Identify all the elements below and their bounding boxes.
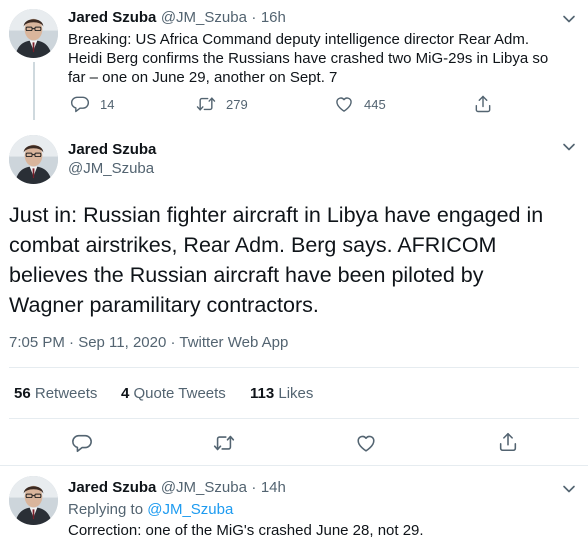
avatar[interactable] — [9, 135, 58, 184]
tweet-text-line: Just in: Russian fighter aircraft in Lib… — [9, 203, 544, 227]
separator-dot: · — [251, 479, 257, 496]
likes-label: Likes — [278, 385, 314, 402]
separator-dot: · — [251, 9, 257, 26]
quote-tweets-label: Quote Tweets — [133, 385, 226, 402]
retweet-count: 279 — [226, 96, 248, 112]
divider — [9, 418, 579, 419]
tweet-time[interactable]: 16h — [261, 9, 286, 26]
author-name[interactable]: Jared Szuba — [68, 9, 156, 26]
share-button[interactable] — [497, 431, 519, 453]
quote-tweets-count: 4 — [121, 385, 130, 402]
tweet-text: Breaking: US Africa Command deputy intel… — [68, 30, 578, 87]
tweet-header: Jared Szuba @JM_Szuba · 14h — [68, 479, 286, 497]
reply-count: 14 — [100, 96, 115, 112]
author-handle[interactable]: @JM_Szuba — [161, 9, 247, 26]
reply-icon — [70, 94, 90, 114]
share-icon — [473, 94, 493, 114]
tweet-text-line: believes the Russian aircraft have been … — [9, 263, 484, 287]
retweets-stat[interactable]: 56 Retweets — [14, 385, 97, 402]
quote-tweets-stat[interactable]: 4 Quote Tweets — [121, 385, 226, 402]
like-button[interactable]: 445 — [334, 94, 386, 114]
author-name[interactable]: Jared Szuba — [68, 141, 156, 158]
avatar[interactable] — [9, 476, 58, 525]
tweet-text-line: combat airstrikes, Rear Adm. Berg says. … — [9, 233, 497, 257]
retweets-count: 56 — [14, 385, 31, 402]
reply-icon — [71, 432, 93, 454]
main-tweet: Jared Szuba @JM_Szuba Just in: Russian f… — [0, 128, 588, 464]
share-button[interactable] — [473, 94, 493, 114]
reply-button[interactable] — [71, 432, 93, 454]
retweets-label: Retweets — [34, 385, 98, 402]
likes-stat[interactable]: 113 Likes — [250, 385, 313, 402]
divider — [9, 367, 579, 368]
author-handle[interactable]: @JM_Szuba — [161, 479, 247, 496]
tweet-timestamp[interactable]: 7:05 PM · Sep 11, 2020 · Twitter Web App — [9, 334, 288, 351]
likes-count: 113 — [250, 385, 275, 402]
chevron-down-icon[interactable] — [562, 140, 576, 154]
heart-icon — [334, 94, 354, 114]
parent-tweet[interactable]: Jared Szuba @JM_Szuba · 16h Breaking: US… — [0, 0, 588, 128]
retweet-icon — [213, 432, 235, 454]
tweet-text-line: far – one on June 29, another on Sept. 7 — [68, 69, 338, 86]
retweet-icon — [196, 94, 216, 114]
tweet-text: Just in: Russian fighter aircraft in Lib… — [9, 200, 581, 320]
like-count: 445 — [364, 96, 386, 112]
tweet-time[interactable]: 14h — [261, 479, 286, 496]
tweet-text-line: Breaking: US Africa Command deputy intel… — [68, 31, 530, 48]
author-handle[interactable]: @JM_Szuba — [68, 160, 156, 177]
tweet-text-line: Wagner paramilitary contractors. — [9, 293, 319, 317]
replying-to-label: Replying to — [68, 501, 144, 518]
chevron-down-icon[interactable] — [562, 482, 576, 496]
chevron-down-icon[interactable] — [562, 12, 576, 26]
replying-to-handle-link[interactable]: @JM_Szuba — [147, 501, 233, 518]
author-block: Jared Szuba @JM_Szuba — [68, 141, 156, 177]
reply-button[interactable]: 14 — [70, 94, 114, 114]
share-icon — [497, 431, 519, 453]
thread-connector-line — [33, 62, 35, 120]
avatar[interactable] — [9, 9, 58, 58]
heart-icon — [355, 432, 377, 454]
author-name[interactable]: Jared Szuba — [68, 479, 156, 496]
tweet-header: Jared Szuba @JM_Szuba · 16h — [68, 9, 286, 27]
retweet-button[interactable] — [213, 432, 235, 454]
tweet-text: Correction: one of the MiG's crashed Jun… — [68, 522, 424, 539]
reply-tweet[interactable]: Jared Szuba @JM_Szuba · 14h Replying to … — [0, 466, 588, 549]
tweet-text-line: Heidi Berg confirms the Russians have cr… — [68, 50, 549, 67]
replying-to: Replying to @JM_Szuba — [68, 500, 233, 519]
like-button[interactable] — [355, 432, 377, 454]
retweet-button[interactable]: 279 — [196, 94, 248, 114]
